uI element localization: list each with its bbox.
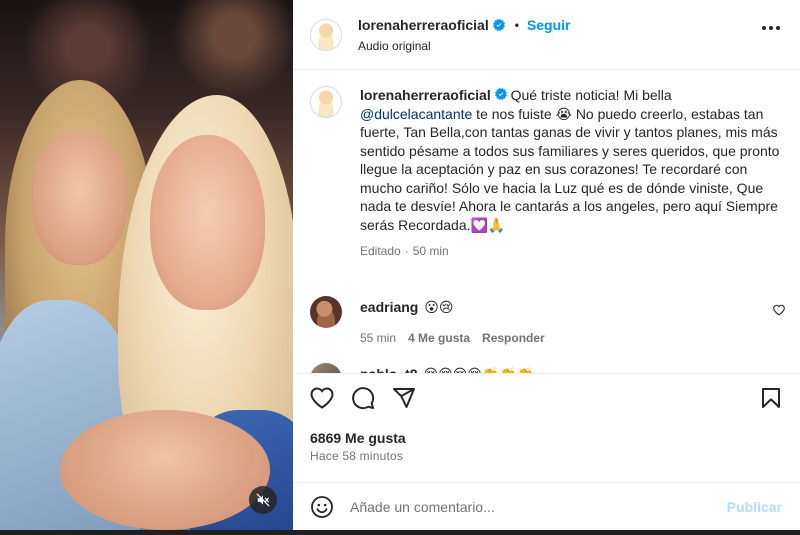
mute-button[interactable] [249,486,277,514]
action-icons [310,386,416,410]
likes-count[interactable]: 6869 Me gusta [310,430,406,446]
caption-text-part: te nos fuiste 😭 No puedo creerlo, estaba… [360,105,784,233]
comment-body: pablo_t8 😢😢😢😢👏👏👏 [360,363,785,373]
mute-icon [256,493,270,507]
media-shape [60,410,270,530]
author-username[interactable]: lorenaherreraoficial [358,17,489,33]
comment-text: 😮😢 [424,299,454,315]
comment-item: eadriang 😮😢 55 min 4 Me gusta Responder [310,296,785,345]
media-shape [32,130,127,265]
comment-likes[interactable]: 4 Me gusta [408,331,470,345]
audio-label[interactable]: Audio original [358,39,571,53]
caption-username[interactable]: lorenaherreraoficial [360,87,491,103]
post-caption: lorenaherreraoficial Qué triste noticia!… [310,86,785,258]
more-options-icon[interactable] [762,26,780,30]
emoji-icon[interactable] [310,495,334,519]
comment-body: eadriang 😮😢 55 min 4 Me gusta Responder [360,296,785,345]
heart-icon[interactable] [310,386,334,410]
caption-text: lorenaherreraoficial Qué triste noticia!… [360,86,780,234]
comment-heart-icon[interactable] [773,304,785,316]
comment-item: pablo_t8 😢😢😢😢👏👏👏 [310,363,785,373]
author-meta: lorenaherreraoficial • Seguir Audio orig… [358,17,571,53]
reply-button[interactable]: Responder [482,331,545,345]
bookmark-icon[interactable] [759,386,783,410]
post-actions: 6869 Me gusta Hace 58 minutos Publicar [293,373,800,529]
caption-meta: Editado · 50 min [360,244,780,258]
post-media[interactable] [0,0,293,530]
comment-input[interactable] [350,498,727,515]
caption-meta-separator: · [404,244,409,258]
add-comment-bar: Publicar [293,482,800,530]
header-separator: • [514,17,519,32]
comment-time[interactable]: 55 min [360,331,396,345]
caption-mention-link[interactable]: @dulcelacantante [360,106,472,122]
follow-button[interactable]: Seguir [527,17,571,33]
media-shape [150,135,265,310]
comment-text-row: eadriang 😮😢 [360,299,785,316]
verified-badge-icon [492,18,505,31]
caption-time[interactable]: 50 min [413,244,449,258]
comment-text-row: pablo_t8 😢😢😢😢👏👏👏 [360,366,785,373]
author-row: lorenaherreraoficial • Seguir [358,17,571,33]
caption-body: lorenaherreraoficial Qué triste noticia!… [360,86,780,258]
comment-text: 😢😢😢😢👏👏👏 [423,366,534,373]
comment-username[interactable]: eadriang [360,299,418,315]
share-icon[interactable] [392,386,416,410]
post-header: lorenaherreraoficial • Seguir Audio orig… [293,0,800,70]
comment-avatar[interactable] [310,296,342,328]
caption-text-part: Qué triste noticia! Mi bella [506,87,676,103]
comment-icon[interactable] [351,386,375,410]
comment-username[interactable]: pablo_t8 [360,366,418,373]
comments-list[interactable]: lorenaherreraoficial Qué triste noticia!… [293,71,800,373]
author-avatar[interactable] [310,18,342,51]
edited-label: Editado [360,244,401,258]
page-bottom-strip [0,530,800,535]
comment-meta: 55 min 4 Me gusta Responder [360,331,785,345]
post-time[interactable]: Hace 58 minutos [310,449,403,463]
publish-button[interactable]: Publicar [727,499,782,515]
verified-badge-icon [494,88,507,100]
caption-avatar[interactable] [310,86,342,118]
post-panel: lorenaherreraoficial • Seguir Audio orig… [293,0,800,530]
comment-avatar[interactable] [310,363,342,373]
